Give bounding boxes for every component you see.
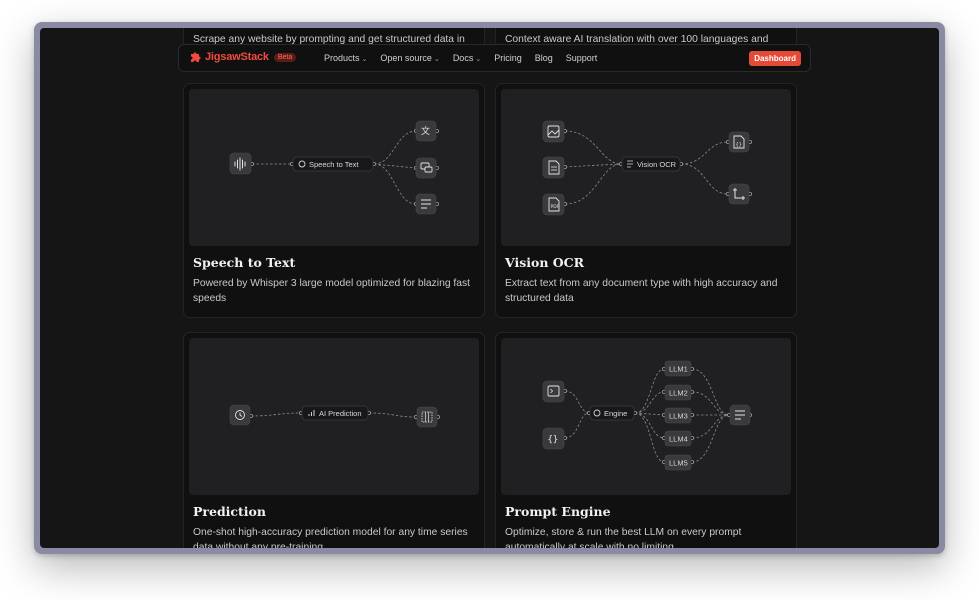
page-viewport[interactable]: Scrape any website by prompting and get … (40, 28, 939, 548)
brand-logo[interactable]: JigsawStack Beta (189, 51, 297, 63)
braces-icon: {} (542, 427, 565, 450)
ai-prediction-node-label: AI Prediction (319, 409, 362, 418)
browser-window: Scrape any website by prompting and get … (34, 22, 945, 554)
translate-icon: 文 (415, 120, 437, 142)
vision-ocr-card[interactable]: PDF Vision OCR {} Vision OCR Extract tex… (495, 83, 797, 318)
ai-prediction-node: AI Prediction (301, 405, 369, 421)
nav-links: Products ⌄ Open source ⌄ Docs ⌄ Pricing Blo… (324, 53, 597, 63)
json-file-icon: {} (728, 131, 750, 153)
chat-icon (415, 157, 437, 179)
puzzle-logo-icon (191, 52, 201, 62)
pdf-icon: PDF (542, 193, 565, 216)
chevron-down-icon: ⌄ (433, 56, 440, 63)
vision-ocr-title: Vision OCR (505, 255, 585, 270)
nav-docs[interactable]: Docs ⌄ (453, 53, 481, 63)
nav-open-source[interactable]: Open source ⌄ (380, 53, 439, 63)
speech-to-text-title: Speech to Text (193, 255, 296, 270)
engine-node: Engine (589, 405, 635, 421)
prompt-engine-card[interactable]: {} Engine LLM1 LLM2 LLM3 LLM4 LLM5 Promp… (495, 332, 797, 548)
text-lines-icon (415, 193, 437, 215)
nav-products-label: Products (324, 53, 360, 63)
audio-wave-icon (229, 152, 252, 175)
llm5-label: LLM5 (669, 459, 688, 468)
svg-text:PDF: PDF (551, 204, 560, 210)
vision-ocr-diagram: PDF Vision OCR {} (501, 89, 791, 246)
text-lines-icon (729, 404, 751, 426)
llm4-label: LLM4 (669, 435, 688, 444)
nav-products[interactable]: Products ⌄ (324, 53, 367, 63)
speech-to-text-node: Speech to Text (292, 156, 374, 172)
llm4-node: LLM4 (664, 430, 692, 447)
document-icon (542, 156, 565, 179)
vision-ocr-node-label: Vision OCR (637, 160, 677, 169)
svg-text:{}: {} (548, 435, 559, 445)
llm2-label: LLM2 (669, 389, 688, 398)
crop-icon (728, 183, 750, 205)
nav-open-source-label: Open source (380, 53, 432, 63)
llm1-label: LLM1 (669, 365, 688, 374)
dashboard-button[interactable]: Dashboard (749, 51, 801, 66)
image-icon (542, 120, 565, 143)
prompt-engine-diagram: {} Engine LLM1 LLM2 LLM3 LLM4 LLM5 (501, 338, 791, 495)
history-icon (229, 404, 251, 426)
speech-to-text-node-label: Speech to Text (309, 160, 359, 169)
vision-ocr-node: Vision OCR (621, 156, 681, 172)
chevron-down-icon: ⌄ (361, 56, 368, 63)
llm3-node: LLM3 (664, 407, 692, 424)
svg-text:{}: {} (736, 142, 742, 148)
llm3-label: LLM3 (669, 412, 688, 421)
brand-name: JigsawStack (205, 51, 269, 63)
speech-to-text-diagram: Speech to Text 文 (189, 89, 479, 246)
table-grid-icon (416, 406, 438, 428)
speech-to-text-card[interactable]: Speech to Text 文 Speech to Text Powered … (183, 83, 485, 318)
prediction-title: Prediction (193, 504, 266, 519)
prompt-engine-desc: Optimize, store & run the best LLM on ev… (505, 527, 742, 548)
nav-docs-label: Docs (452, 53, 474, 63)
nav-pricing[interactable]: Pricing (494, 53, 522, 63)
beta-badge: Beta (273, 52, 297, 62)
nav-support[interactable]: Support (566, 53, 598, 63)
prediction-desc: One-shot high-accuracy prediction model … (193, 527, 468, 548)
engine-node-label: Engine (604, 409, 627, 418)
prediction-diagram: AI Prediction (189, 338, 479, 495)
llm2-node: LLM2 (664, 384, 692, 401)
terminal-icon (542, 380, 565, 403)
llm5-node: LLM5 (664, 454, 692, 471)
prediction-card[interactable]: AI Prediction Prediction One-shot high-a… (183, 332, 485, 548)
prompt-engine-title: Prompt Engine (505, 504, 611, 519)
chevron-down-icon: ⌄ (475, 56, 482, 63)
llm1-node: LLM1 (664, 360, 692, 377)
vision-ocr-desc: Extract text from any document type with… (505, 278, 778, 304)
speech-to-text-desc: Powered by Whisper 3 large model optimiz… (193, 278, 471, 304)
top-navbar: JigsawStack Beta Products ⌄ Open source ⌄ … (178, 44, 811, 72)
svg-text:文: 文 (421, 125, 430, 137)
nav-blog[interactable]: Blog (535, 53, 553, 63)
